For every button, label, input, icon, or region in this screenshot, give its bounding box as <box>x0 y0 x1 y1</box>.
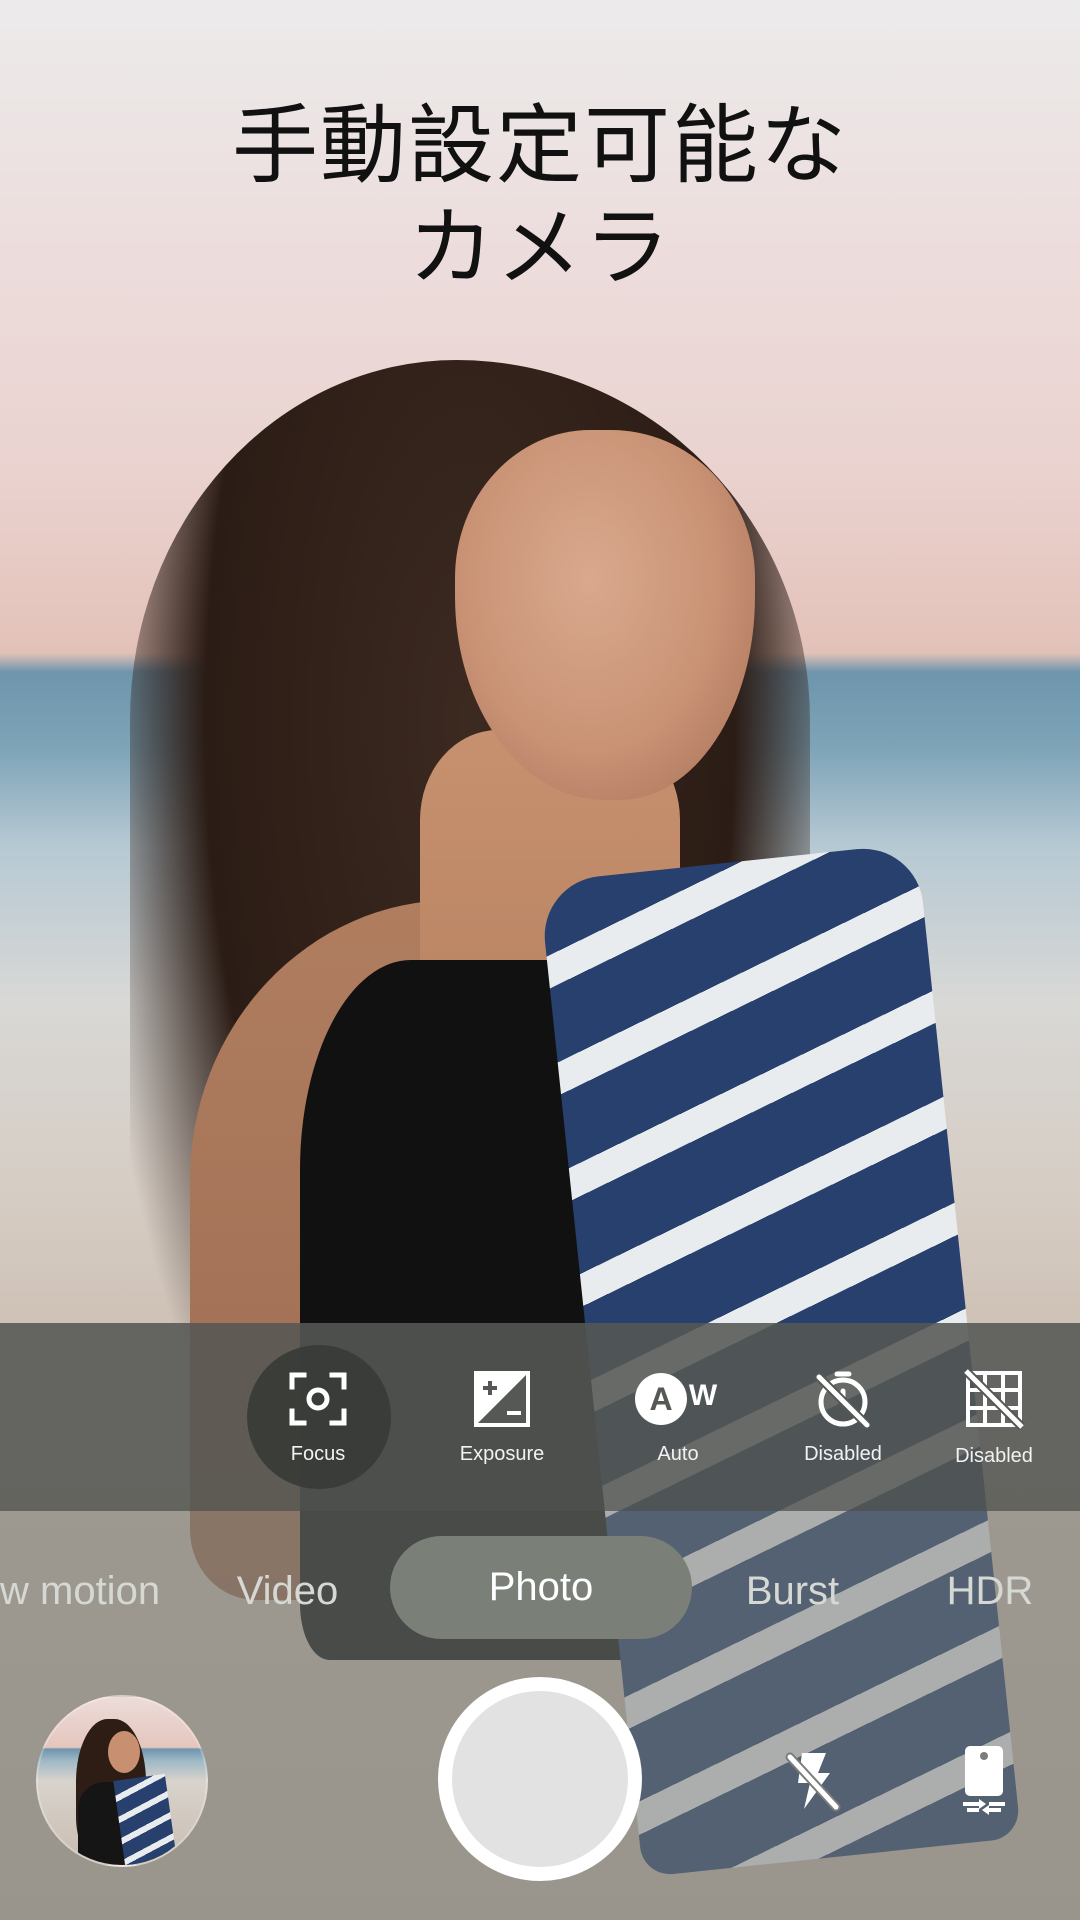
exposure-setting-button[interactable]: Exposure <box>427 1323 577 1511</box>
white-balance-auto-icon: A W <box>633 1369 723 1429</box>
exposure-label: Exposure <box>459 1442 545 1465</box>
timer-off-icon <box>813 1369 873 1429</box>
camera-screen: 手動設定可能な カメラ Focus Exposure A W Auto Disa… <box>0 0 1080 1920</box>
mode-photo[interactable]: Photo <box>390 1536 692 1639</box>
grid-off-icon <box>962 1367 1026 1431</box>
white-balance-setting-button[interactable]: A W Auto <box>603 1323 753 1511</box>
promo-title-line-1: 手動設定可能な <box>232 96 848 196</box>
grid-label: Disabled <box>955 1444 1033 1467</box>
grid-setting-button[interactable]: Disabled <box>919 1323 1069 1511</box>
mode-burst[interactable]: Burst <box>725 1511 860 1671</box>
switch-camera-icon <box>959 1744 1009 1821</box>
exposure-icon <box>472 1369 532 1429</box>
flash-off-icon <box>782 1749 842 1818</box>
flash-toggle-button[interactable] <box>770 1741 854 1825</box>
white-balance-label: Auto <box>657 1442 699 1465</box>
focus-setting-button[interactable]: Focus <box>243 1323 393 1511</box>
mode-hdr[interactable]: HDR <box>935 1511 1045 1671</box>
capture-controls <box>0 1671 1080 1920</box>
svg-text:A: A <box>649 1381 672 1417</box>
focus-label: Focus <box>290 1442 346 1465</box>
switch-camera-button[interactable] <box>942 1737 1026 1827</box>
focus-icon <box>288 1369 348 1429</box>
last-photo-thumbnail[interactable] <box>36 1695 208 1867</box>
manual-settings-bar: Focus Exposure A W Auto Disabled Disable… <box>0 1323 1080 1511</box>
timer-setting-button[interactable]: Disabled <box>768 1323 918 1511</box>
svg-text:W: W <box>689 1379 718 1412</box>
mode-slow-motion[interactable]: w motion <box>0 1511 180 1671</box>
promo-title-line-2: カメラ <box>408 198 672 298</box>
promo-title: 手動設定可能な カメラ <box>0 95 1080 299</box>
shutter-button[interactable] <box>438 1677 642 1881</box>
camera-mode-selector: w motion Video Photo Burst HDR <box>0 1511 1080 1671</box>
timer-label: Disabled <box>804 1442 882 1465</box>
mode-video[interactable]: Video <box>220 1511 355 1671</box>
